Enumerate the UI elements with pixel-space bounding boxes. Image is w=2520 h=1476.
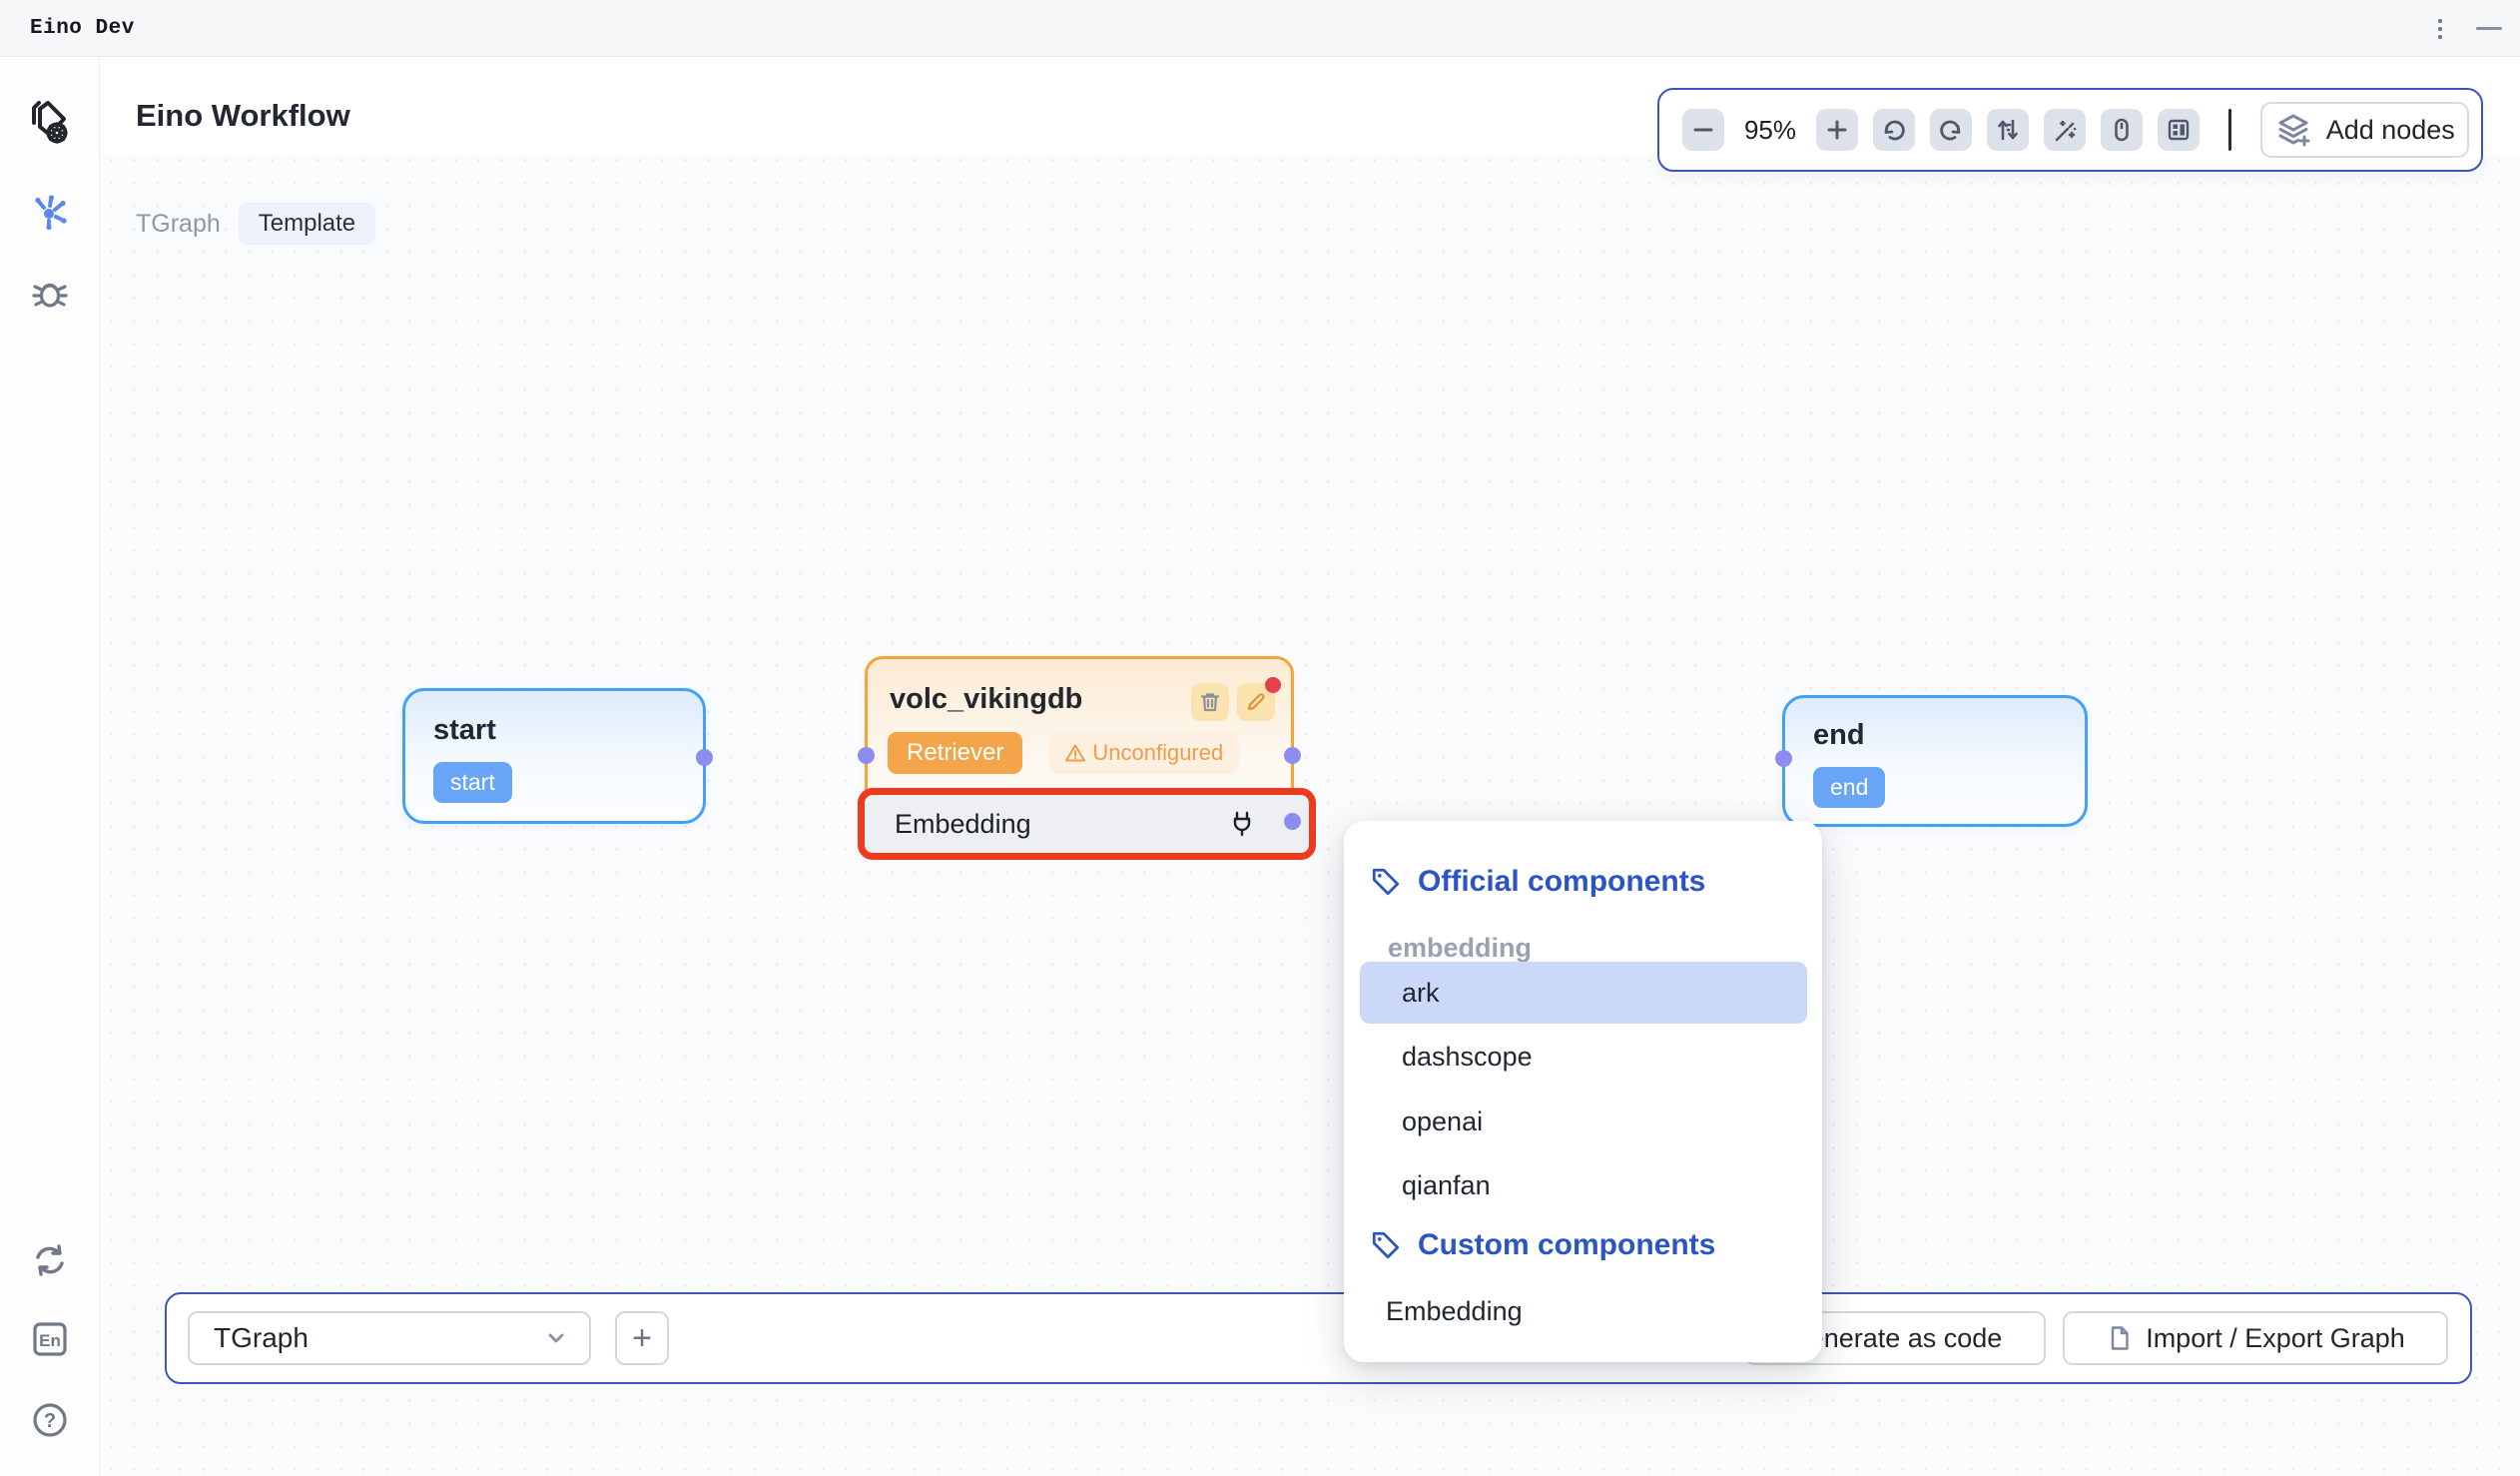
redo-button[interactable] (1930, 109, 1972, 151)
node-volc-type-badge: Retriever (888, 732, 1022, 774)
node-volc-vikingdb[interactable]: volc_vikingdb Retriever Unconfigured (865, 656, 1294, 854)
embedding-slot-selected[interactable]: Embedding (858, 788, 1316, 860)
official-components-header: Official components (1370, 865, 1705, 899)
zoom-in-button[interactable] (1816, 109, 1858, 151)
menu-item-ark[interactable]: ark (1360, 962, 1807, 1024)
window-controls (2430, 0, 2502, 57)
titlebar: Eino Dev (0, 0, 2520, 57)
plug-icon (1227, 809, 1257, 839)
menu-item-qianfan[interactable]: qianfan (1402, 1170, 1491, 1201)
sidebar: En ? (0, 57, 100, 1476)
menu-item-dashscope[interactable]: dashscope (1402, 1042, 1533, 1073)
trash-icon (1198, 690, 1222, 714)
magic-wand-button[interactable] (2044, 109, 2086, 151)
tag-icon (1370, 1229, 1402, 1261)
graph-select-dropdown[interactable]: TGraph (188, 1311, 591, 1365)
file-icon (2106, 1324, 2134, 1352)
sidebar-item-help-icon[interactable]: ? (29, 1399, 71, 1441)
menu-item-openai[interactable]: openai (1402, 1107, 1483, 1137)
node-volc-status-badge: Unconfigured (1048, 732, 1239, 774)
add-nodes-button[interactable]: Add nodes (2260, 102, 2470, 158)
undo-button[interactable] (1873, 109, 1915, 151)
sidebar-item-workflow-graph-icon[interactable] (30, 192, 70, 232)
menu-item-custom-embedding[interactable]: Embedding (1386, 1296, 1523, 1327)
canvas-toolbar: 95% (1657, 88, 2483, 172)
svg-text:En: En (39, 1331, 61, 1350)
breadcrumb-graph-name: TGraph (136, 210, 221, 239)
kebab-menu-icon[interactable] (2430, 14, 2450, 44)
mouse-mode-button[interactable] (2101, 109, 2143, 151)
node-start[interactable]: start start (402, 688, 706, 824)
zoom-level: 95% (1739, 115, 1801, 146)
delete-node-button[interactable] (1191, 683, 1229, 721)
toolbar-divider (2228, 109, 2231, 151)
embedding-group-label: embedding (1388, 933, 1532, 964)
embedding-slot-label: Embedding (895, 809, 1031, 840)
svg-text:?: ? (43, 1410, 55, 1432)
sidebar-item-sync-icon[interactable] (30, 1240, 70, 1280)
import-export-label: Import / Export Graph (2146, 1323, 2405, 1354)
add-graph-button[interactable]: + (615, 1311, 669, 1365)
node-end-input-handle[interactable] (1775, 750, 1792, 767)
page-title: Eino Workflow (136, 98, 350, 134)
minimap-button[interactable] (2158, 109, 2200, 151)
node-start-type-badge: start (433, 762, 512, 803)
breadcrumb: TGraph Template (136, 203, 375, 245)
zoom-out-button[interactable] (1682, 109, 1724, 151)
auto-layout-button[interactable] (1987, 109, 2029, 151)
node-end-title: end (1813, 719, 1865, 752)
app-logo-icon[interactable] (24, 95, 76, 151)
minimize-icon[interactable] (2476, 27, 2502, 30)
node-end-type-badge: end (1813, 767, 1885, 808)
node-volc-title: volc_vikingdb (890, 683, 1082, 716)
embedding-slot-handle[interactable] (1284, 813, 1301, 830)
chevron-down-icon (543, 1325, 569, 1351)
unconfigured-notification-dot (1265, 677, 1281, 693)
bottom-bar: TGraph + Generate as code Import / Expor… (165, 1292, 2472, 1384)
pencil-icon (1244, 690, 1268, 714)
node-volc-output-handle[interactable] (1284, 747, 1301, 764)
node-volc-input-handle[interactable] (858, 747, 875, 764)
tag-icon (1370, 866, 1402, 898)
warning-icon (1064, 742, 1086, 764)
edit-node-button[interactable] (1237, 683, 1275, 721)
app-root: Eino Dev (0, 0, 2520, 1476)
graph-select-value: TGraph (214, 1322, 309, 1354)
layers-icon (2274, 111, 2312, 149)
custom-components-header: Custom components (1370, 1228, 1715, 1262)
sidebar-item-language-icon[interactable]: En (28, 1317, 72, 1361)
node-start-output-handle[interactable] (696, 749, 713, 766)
node-end[interactable]: end end (1782, 695, 2088, 827)
sidebar-item-debug-bug-icon[interactable] (30, 273, 70, 313)
template-badge: Template (239, 203, 375, 245)
app-title: Eino Dev (30, 17, 135, 40)
import-export-graph-button[interactable]: Import / Export Graph (2063, 1311, 2448, 1365)
node-start-title: start (433, 714, 496, 747)
add-nodes-label: Add nodes (2326, 115, 2455, 146)
component-picker-menu: Official components embedding ark dashsc… (1344, 821, 1822, 1362)
